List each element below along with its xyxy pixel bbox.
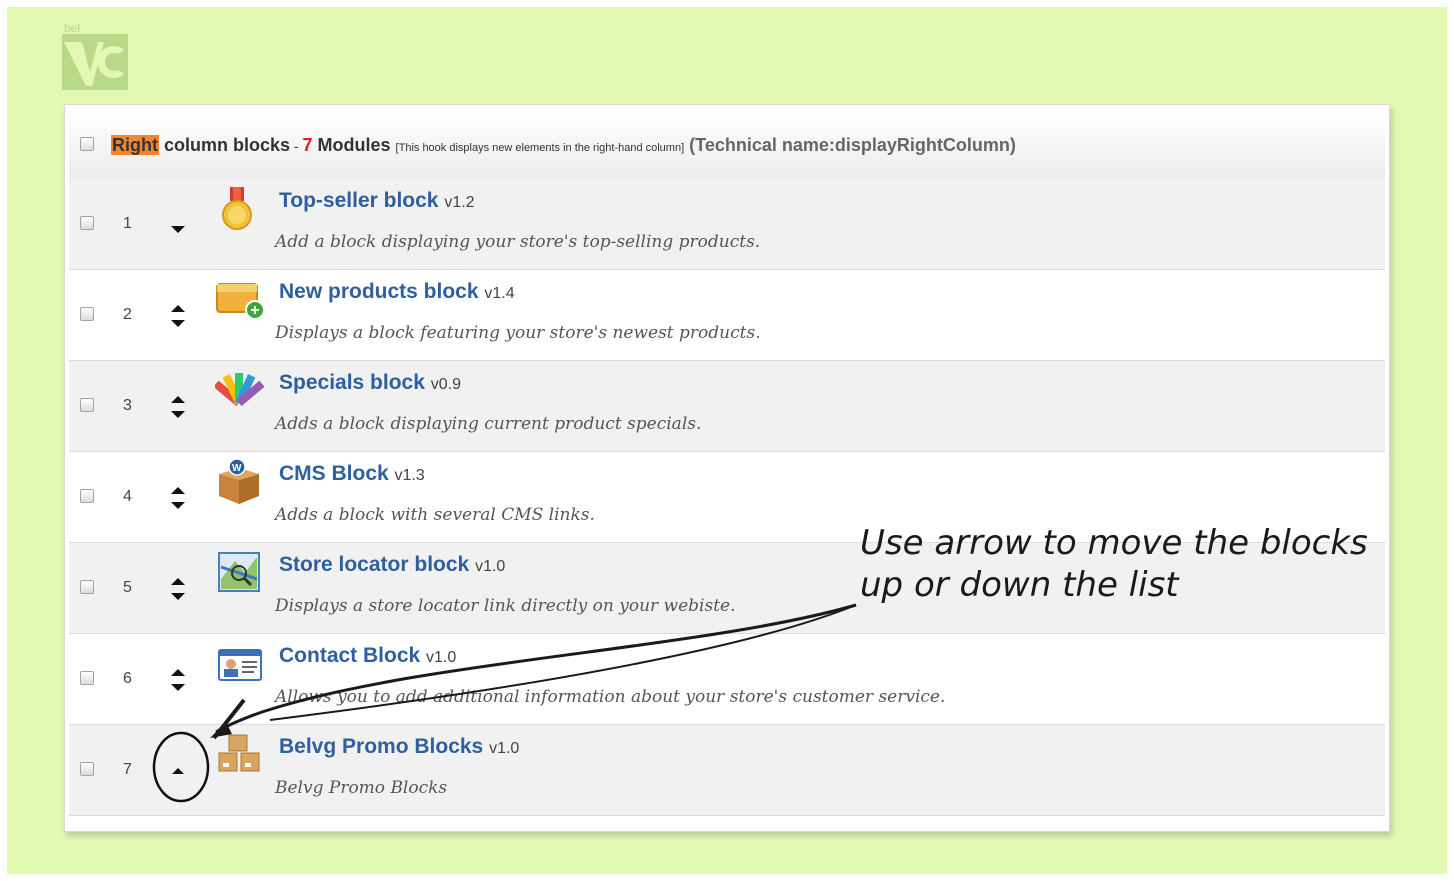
modules-label: Modules [317,135,391,155]
module-position: 4 [123,488,132,505]
module-description: Adds a block displaying current product … [275,414,702,434]
module-position: 1 [123,215,132,232]
module-row: 7 Belvg Promo Blocks v1.0 Belvg Promo Bl… [69,725,1385,816]
module-hook-panel: Right column blocks - 7 Modules [This ho… [64,104,1390,832]
module-version: v1.2 [444,194,475,211]
module-checkbox[interactable] [80,307,94,321]
module-count: 7 [302,135,313,155]
move-up-down-arrows-icon[interactable] [169,394,187,420]
module-row: 1 Top-seller block v1.2 Add a block disp… [69,179,1385,270]
module-checkbox[interactable] [80,398,94,412]
module-position: 7 [123,761,132,778]
belvg-logo-icon: bel [60,20,132,92]
module-checkbox[interactable] [80,216,94,230]
module-checkbox[interactable] [80,671,94,685]
module-name-text[interactable]: Belvg Promo Blocks [279,735,483,758]
annotation-note: Use arrow to move the blocks up or down … [860,522,1400,606]
move-up-arrow-icon[interactable] [169,758,187,784]
module-name-text[interactable]: Store locator block [279,553,469,576]
move-down-arrow-icon[interactable] [169,212,187,238]
svg-text:bel: bel [64,21,80,35]
cms-box-icon: W [215,458,265,506]
module-name-text[interactable]: Contact Block [279,644,420,667]
annotation-line-1: Use arrow to move the blocks [860,523,1368,563]
hook-title-highlight: Right [111,135,159,155]
module-description: Add a block displaying your store's top-… [275,232,761,252]
move-up-down-arrows-icon[interactable] [169,485,187,511]
module-description: Belvg Promo Blocks [275,778,448,798]
hook-header: Right column blocks - 7 Modules [This ho… [69,109,1385,180]
module-checkbox[interactable] [80,762,94,776]
module-description: Allows you to add additional information… [275,687,946,707]
module-position: 5 [123,579,132,596]
hook-dash: - [290,138,303,154]
hook-title-rest: column blocks [164,135,291,155]
map-icon [215,549,265,597]
module-position: 2 [123,306,132,323]
module-name[interactable]: New products block v1.4 [279,280,515,304]
module-position: 3 [123,397,132,414]
svg-text:W: W [232,463,242,474]
hook-title: Right column blocks - 7 Modules [This ho… [111,135,1016,156]
move-up-down-arrows-icon[interactable] [169,667,187,693]
module-version: v1.3 [394,467,425,484]
hook-technical-name: (Technical name:displayRightColumn) [689,135,1016,155]
module-name[interactable]: Contact Block v1.0 [279,644,456,668]
module-checkbox[interactable] [80,489,94,503]
module-name[interactable]: CMS Block v1.3 [279,462,425,486]
new-products-icon [215,276,265,324]
contact-card-icon [215,640,265,688]
boxes-icon [215,731,265,779]
module-name-text[interactable]: New products block [279,280,479,303]
module-version: v0.9 [430,376,461,393]
move-up-down-arrows-icon[interactable] [169,576,187,602]
module-position: 6 [123,670,132,687]
module-description: Displays a block featuring your store's … [275,323,761,343]
module-description: Adds a block with several CMS links. [275,505,595,525]
module-version: v1.4 [484,285,515,302]
module-name[interactable]: Top-seller block v1.2 [279,189,475,213]
module-checkbox[interactable] [80,580,94,594]
module-version: v1.0 [489,740,520,757]
module-name[interactable]: Specials block v0.9 [279,371,461,395]
module-description: Displays a store locator link directly o… [275,596,736,616]
module-row: 6 Contact Block v1.0 Allows you to add a… [69,634,1385,725]
color-swatches-icon [213,367,265,415]
module-name-text[interactable]: CMS Block [279,462,389,485]
module-name[interactable]: Store locator block v1.0 [279,553,505,577]
annotation-line-2: up or down the list [860,565,1179,605]
module-row: 3 Specials block v0.9 Adds a block displ… [69,361,1385,452]
hook-description: [This hook displays new elements in the … [395,142,685,154]
medal-icon [215,185,265,233]
module-version: v1.0 [426,649,457,666]
select-all-checkbox[interactable] [80,137,94,151]
module-name-text[interactable]: Top-seller block [279,189,438,212]
module-version: v1.0 [475,558,506,575]
move-up-down-arrows-icon[interactable] [169,303,187,329]
module-row: 2 New products block v1.4 Displays a blo… [69,270,1385,361]
module-name-text[interactable]: Specials block [279,371,425,394]
module-name[interactable]: Belvg Promo Blocks v1.0 [279,735,519,759]
